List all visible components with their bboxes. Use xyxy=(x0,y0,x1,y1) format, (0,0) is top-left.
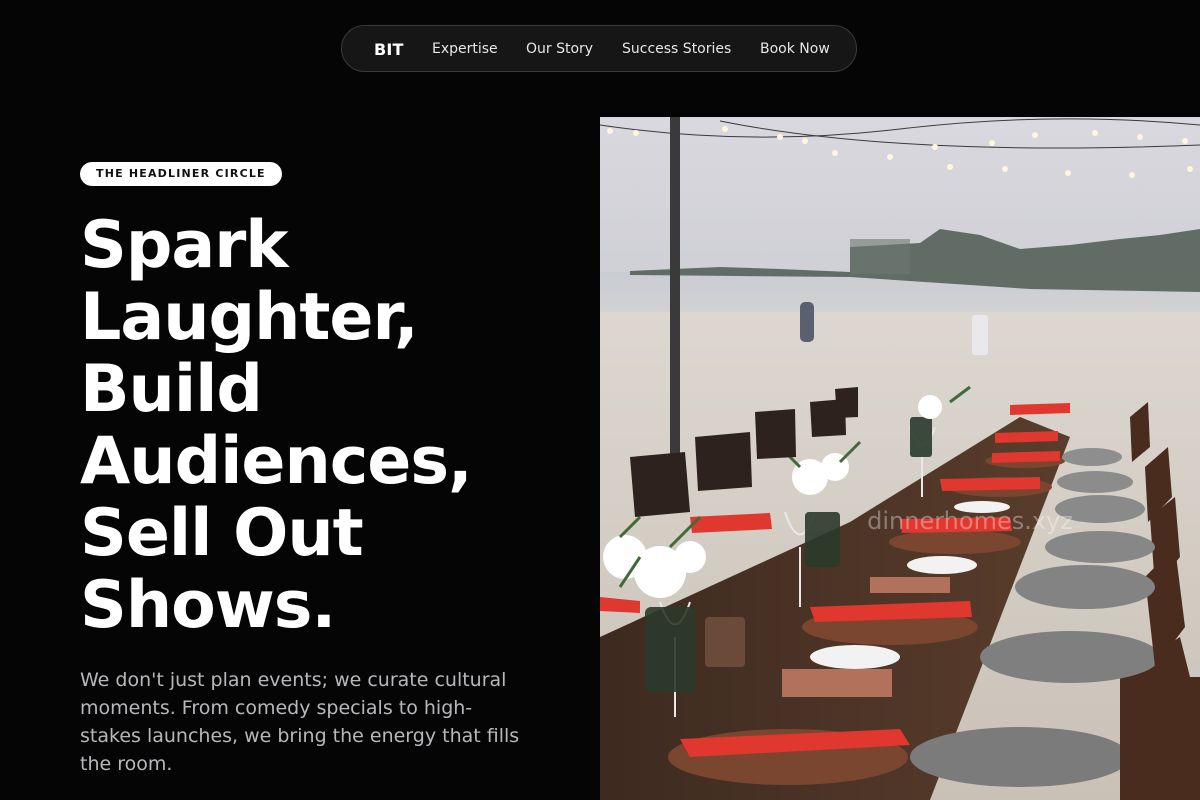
headline-line: Build xyxy=(80,352,263,427)
hero-photo-beach-dinner-table: dinnerhomes.xyz xyxy=(600,117,1200,800)
nav-link-book-now[interactable]: Book Now xyxy=(760,26,830,73)
hero-headline: Spark Laughter, Build Audiences, Sell Ou… xyxy=(80,210,580,642)
nav-link-our-story[interactable]: Our Story xyxy=(526,26,593,73)
page: BIT Expertise Our Story Success Stories … xyxy=(0,0,1200,800)
headline-line: Audiences, xyxy=(80,424,473,499)
hero-badge: THE HEADLINER CIRCLE xyxy=(80,162,282,186)
hero-lead-paragraph: We don't just plan events; we curate cul… xyxy=(80,669,520,775)
brand-logo-link[interactable]: BIT xyxy=(374,26,404,73)
headline-line: Shows. xyxy=(80,568,336,643)
headline-line: Sell Out xyxy=(80,496,364,571)
photo-watermark: dinnerhomes.xyz xyxy=(867,507,1073,535)
top-nav: BIT Expertise Our Story Success Stories … xyxy=(341,25,857,72)
headline-line: Spark xyxy=(80,208,289,283)
nav-link-success-stories[interactable]: Success Stories xyxy=(622,26,731,73)
headline-line: Laughter, xyxy=(80,280,419,355)
nav-link-expertise[interactable]: Expertise xyxy=(432,26,498,73)
